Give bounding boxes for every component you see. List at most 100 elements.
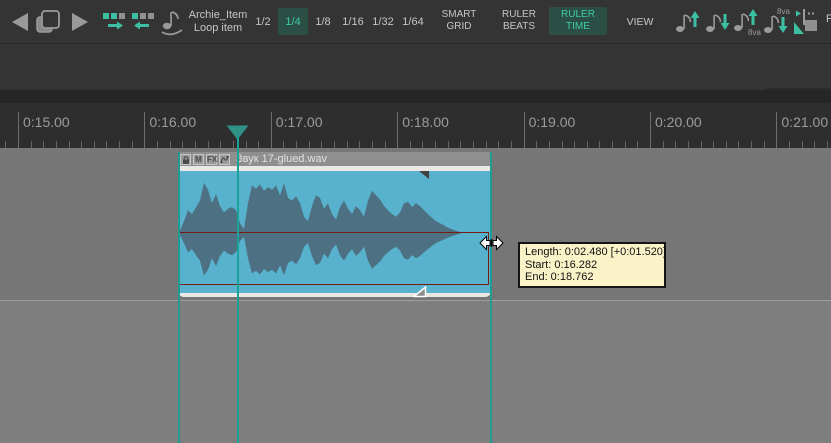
fx-button[interactable]: FX bbox=[206, 154, 217, 165]
timeline-ruler[interactable]: 0:15.000:16.000:17.000:18.000:19.000:20.… bbox=[0, 103, 831, 148]
envelope-icon[interactable] bbox=[219, 154, 230, 165]
ruler-major-tick bbox=[18, 112, 19, 148]
ruler-major-tick bbox=[144, 112, 145, 148]
grid-button-1-32[interactable]: 1/32 bbox=[368, 8, 398, 35]
clip-left-edge-line[interactable] bbox=[178, 152, 180, 443]
clip-header[interactable]: M FX Звук 17-glued.wav bbox=[178, 152, 491, 166]
octave-up-icon[interactable]: 8va bbox=[732, 5, 762, 44]
ruler-minor-tick bbox=[726, 141, 727, 148]
ruler-minor-tick bbox=[182, 141, 183, 148]
forward-icon[interactable] bbox=[72, 13, 88, 36]
duplicate-icon[interactable] bbox=[34, 8, 62, 41]
svg-text:8va: 8va bbox=[777, 7, 790, 16]
ruler-major-tick bbox=[397, 112, 398, 148]
edit-tooltip: Length: 0:02.480 [+0:01.520] Start: 0:16… bbox=[518, 242, 666, 288]
ruler-major-tick bbox=[776, 112, 777, 148]
pitch-up-icon[interactable] bbox=[674, 8, 702, 41]
ruler-label: 0:16.00 bbox=[149, 114, 196, 130]
grid-button-1-2[interactable]: 1/2 bbox=[248, 8, 278, 35]
ruler-minor-tick bbox=[258, 141, 259, 148]
ruler-minor-tick bbox=[473, 141, 474, 148]
ruler-minor-tick bbox=[309, 141, 310, 148]
ruler-minor-tick bbox=[385, 141, 386, 148]
ruler-minor-tick bbox=[814, 141, 815, 148]
ruler-minor-tick bbox=[334, 141, 335, 148]
ruler-minor-tick bbox=[132, 141, 133, 148]
selection-rectangle bbox=[179, 232, 489, 285]
ruler-minor-tick bbox=[764, 141, 765, 148]
clip-title: Звук 17-glued.wav bbox=[236, 153, 327, 165]
ruler-minor-tick bbox=[56, 141, 57, 148]
trim-items-icon[interactable] bbox=[793, 8, 819, 41]
ruler-minor-tick bbox=[587, 141, 588, 148]
daw-window: Archie_Item Loop item 1/21/41/81/161/321… bbox=[0, 0, 831, 443]
clipped-right-label: F bbox=[826, 13, 831, 25]
ruler-major-tick bbox=[271, 112, 272, 148]
item-mode-button[interactable]: Archie_Item Loop item bbox=[186, 9, 250, 35]
playhead-line[interactable] bbox=[237, 137, 239, 443]
ruler-minor-tick bbox=[701, 141, 702, 148]
ruler-minor-tick bbox=[31, 141, 32, 148]
ruler-minor-tick bbox=[94, 141, 95, 148]
ruler-beats-button[interactable]: RULER BEATS bbox=[494, 9, 544, 33]
item-mode-line2: Loop item bbox=[186, 22, 250, 35]
ruler-minor-tick bbox=[422, 141, 423, 148]
back-icon[interactable] bbox=[12, 13, 28, 36]
ruler-time-button[interactable]: RULER TIME bbox=[549, 7, 607, 35]
ruler-major-tick bbox=[524, 112, 525, 148]
pitch-down-icon[interactable] bbox=[704, 8, 732, 41]
ruler-minor-tick bbox=[637, 141, 638, 148]
smart-grid-button[interactable]: SMART GRID bbox=[437, 9, 481, 33]
ruler-minor-tick bbox=[410, 141, 411, 148]
ruler-minor-tick bbox=[435, 141, 436, 148]
ruler-minor-tick bbox=[296, 141, 297, 148]
ruler-minor-tick bbox=[106, 141, 107, 148]
grid-button-1-64[interactable]: 1/64 bbox=[398, 8, 428, 35]
ruler-minor-tick bbox=[802, 141, 803, 148]
ruler-minor-tick bbox=[69, 141, 70, 148]
insert-left-icon[interactable] bbox=[131, 11, 157, 38]
clip-right-edge-line[interactable] bbox=[490, 152, 492, 443]
main-toolbar: Archie_Item Loop item 1/21/41/81/161/321… bbox=[0, 0, 831, 44]
ruler-minor-tick bbox=[688, 141, 689, 148]
grid-button-1-8[interactable]: 1/8 bbox=[308, 8, 338, 35]
track-lane-2[interactable] bbox=[0, 301, 831, 443]
ruler-minor-tick bbox=[675, 141, 676, 148]
ruler-minor-tick bbox=[663, 141, 664, 148]
ruler-minor-tick bbox=[157, 141, 158, 148]
ruler-minor-tick bbox=[827, 141, 828, 148]
view-button[interactable]: VIEW bbox=[622, 16, 658, 28]
ruler-minor-tick bbox=[738, 141, 739, 148]
tooltip-end: End: 0:18.762 bbox=[525, 271, 659, 284]
ruler-minor-tick bbox=[208, 141, 209, 148]
ruler-minor-tick bbox=[460, 141, 461, 148]
ruler-minor-tick bbox=[359, 141, 360, 148]
fade-handle-bottom[interactable] bbox=[413, 285, 427, 303]
ruler-minor-tick bbox=[789, 141, 790, 148]
ruler-label: 0:17.00 bbox=[276, 114, 323, 130]
ruler-minor-tick bbox=[562, 141, 563, 148]
ruler-minor-tick bbox=[498, 141, 499, 148]
ruler-label: 0:15.00 bbox=[23, 114, 70, 130]
ruler-minor-tick bbox=[347, 141, 348, 148]
mute-button[interactable]: M bbox=[193, 154, 204, 165]
insert-right-icon[interactable] bbox=[102, 11, 128, 38]
ruler-minor-tick bbox=[43, 141, 44, 148]
ruler-label: 0:19.00 bbox=[529, 114, 576, 130]
divider-strip bbox=[0, 90, 831, 103]
ruler-minor-tick bbox=[574, 141, 575, 148]
grid-button-1-16[interactable]: 1/16 bbox=[338, 8, 368, 35]
grid-button-1-4[interactable]: 1/4 bbox=[278, 8, 308, 35]
lock-icon[interactable] bbox=[180, 154, 191, 165]
ruler-minor-tick bbox=[599, 141, 600, 148]
ruler-minor-tick bbox=[713, 141, 714, 148]
ruler-minor-tick bbox=[612, 141, 613, 148]
ruler-minor-tick bbox=[372, 141, 373, 148]
ruler-label: 0:21.00 bbox=[781, 114, 828, 130]
grid-division-buttons: 1/21/41/81/161/321/64 bbox=[248, 8, 428, 35]
fade-handle-top[interactable] bbox=[419, 166, 429, 184]
ruler-label: 0:18.00 bbox=[402, 114, 449, 130]
octave-down-icon[interactable]: 8va bbox=[762, 5, 792, 44]
loop-item-icon[interactable] bbox=[159, 7, 185, 42]
ruler-minor-tick bbox=[536, 141, 537, 148]
